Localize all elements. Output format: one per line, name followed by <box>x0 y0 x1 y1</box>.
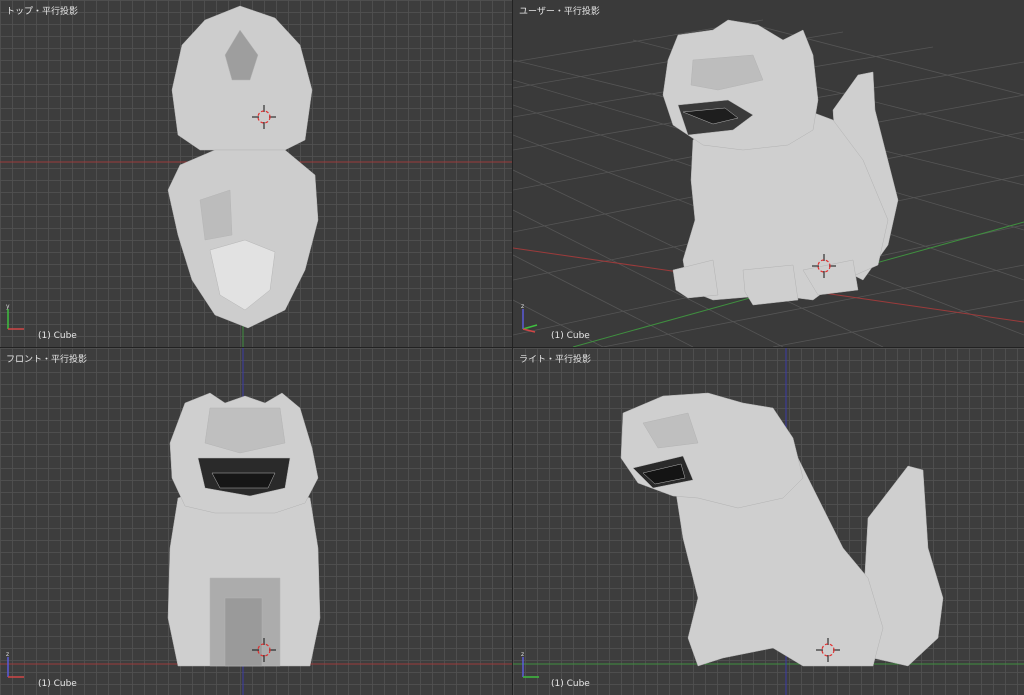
3d-cursor[interactable] <box>252 638 276 662</box>
svg-text:z: z <box>6 651 9 658</box>
active-object-label: (1) Cube <box>38 331 77 341</box>
viewport-title: フロント・平行投影 <box>6 355 88 365</box>
viewport-front[interactable]: フロント・平行投影 z (1) Cube <box>0 348 512 695</box>
active-object-label: (1) Cube <box>551 679 590 689</box>
svg-text:z: z <box>521 651 524 658</box>
axis-gizmo: z <box>521 651 539 678</box>
3d-cursor[interactable] <box>816 638 840 662</box>
viewport-title: トップ・平行投影 <box>6 7 79 17</box>
axis-gizmo: z <box>521 303 538 333</box>
svg-text:z: z <box>521 303 524 310</box>
axis-gizmo: y <box>6 303 24 330</box>
lion-model-right <box>620 392 944 667</box>
lion-model-front <box>167 392 321 667</box>
viewport-right[interactable]: ライト・平行投影 z (1) Cube <box>513 348 1024 695</box>
user-view-scene <box>513 19 1024 347</box>
lion-model-user <box>662 19 899 306</box>
viewport-title: ユーザー・平行投影 <box>519 7 600 17</box>
viewport-title: ライト・平行投影 <box>519 355 592 365</box>
right-view-scene <box>513 348 1024 695</box>
viewport-divider-horizontal[interactable] <box>0 347 1024 348</box>
active-object-label: (1) Cube <box>38 679 77 689</box>
viewport-top[interactable]: トップ・平行投影 y (1) Cube <box>0 0 512 347</box>
active-object-label: (1) Cube <box>551 331 590 341</box>
svg-text:y: y <box>6 303 10 310</box>
3d-cursor[interactable] <box>252 105 276 129</box>
top-view-scene <box>0 5 512 347</box>
3d-cursor[interactable] <box>812 254 836 278</box>
axis-gizmo: z <box>6 651 24 678</box>
viewport-user[interactable]: ユーザー・平行投影 z (1) Cube <box>513 0 1024 347</box>
lion-model-top <box>167 5 319 329</box>
